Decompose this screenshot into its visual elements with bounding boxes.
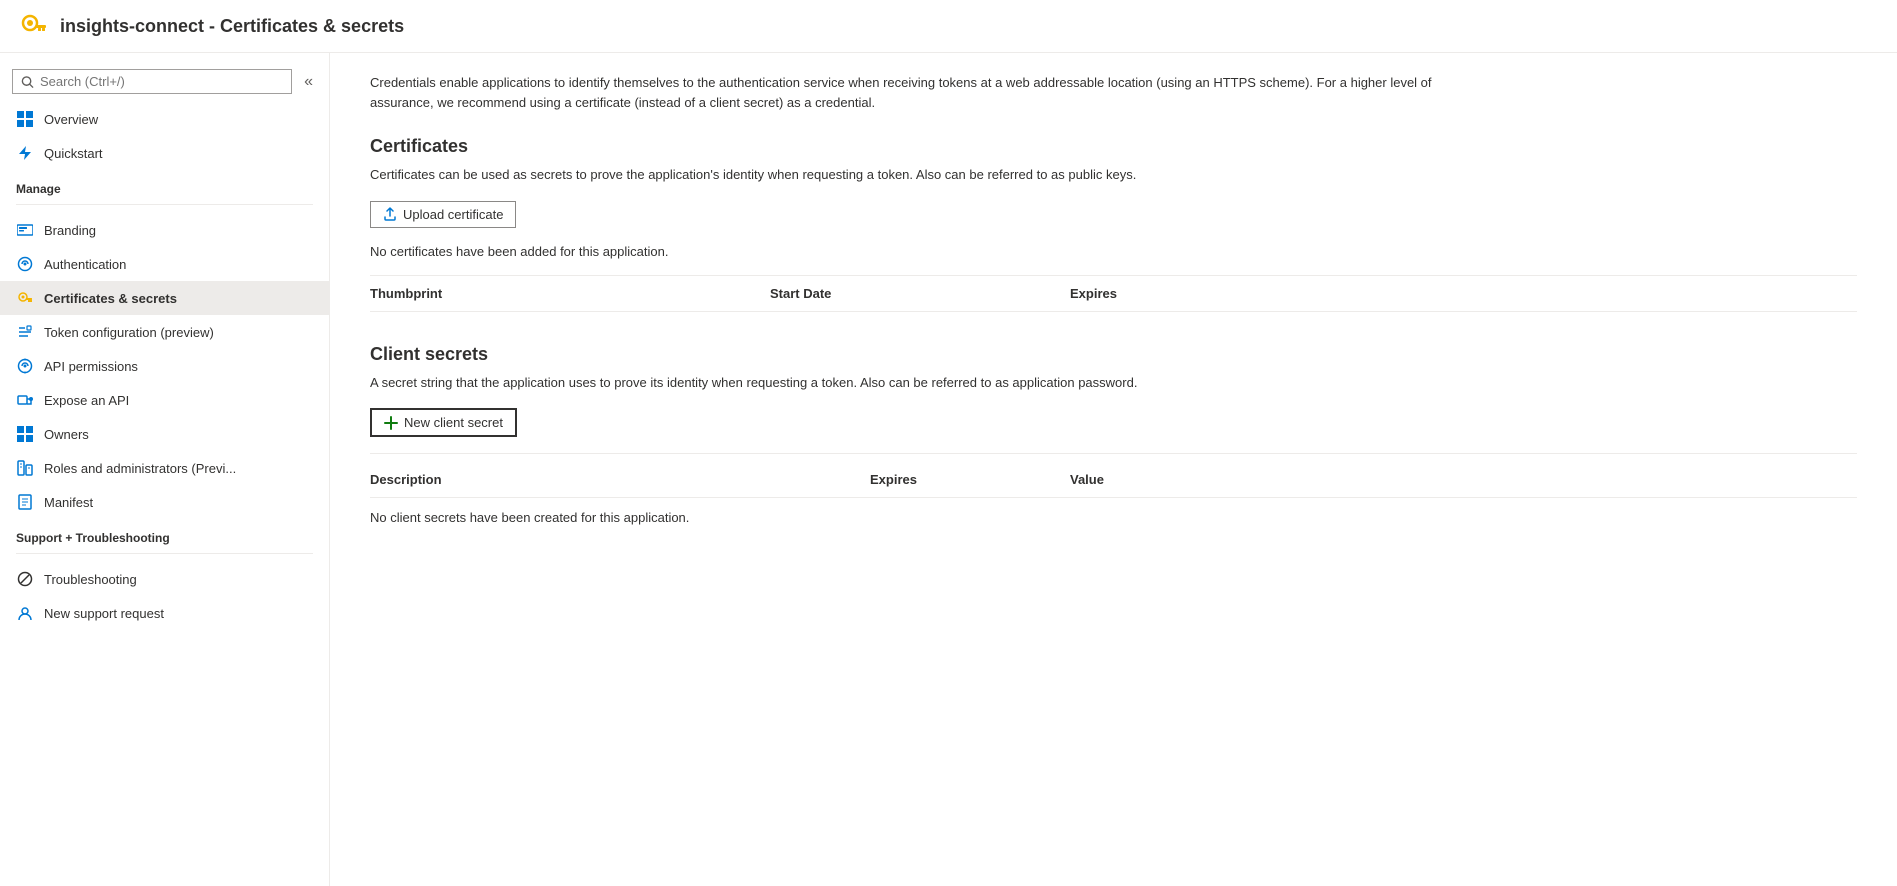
sidebar-item-troubleshooting[interactable]: Troubleshooting: [0, 562, 329, 596]
key-icon: [16, 289, 34, 307]
client-secrets-table-header: Description Expires Value: [370, 462, 1857, 498]
page-title: insights-connect - Certificates & secret…: [60, 16, 404, 37]
branding-icon: [16, 221, 34, 239]
expose-icon: [16, 391, 34, 409]
client-secrets-title: Client secrets: [370, 344, 1857, 365]
certificates-table-header: Thumbprint Start Date Expires: [370, 276, 1857, 312]
certificates-table: Thumbprint Start Date Expires: [370, 275, 1857, 312]
roles-icon: [16, 459, 34, 477]
col-startdate-header: Start Date: [770, 286, 1070, 301]
token-icon: [16, 323, 34, 341]
col-expires-header: Expires: [1070, 286, 1270, 301]
header-key-icon: [20, 12, 48, 40]
upload-certificate-button[interactable]: Upload certificate: [370, 201, 516, 228]
support-section-label: Support + Troubleshooting: [0, 519, 329, 549]
search-icon: [21, 75, 34, 89]
sidebar-item-quickstart[interactable]: Quickstart: [0, 136, 329, 170]
collapse-sidebar-button[interactable]: «: [300, 71, 317, 93]
certificates-title: Certificates: [370, 136, 1857, 157]
sidebar-item-owners[interactable]: Owners: [0, 417, 329, 451]
sidebar-item-token-config[interactable]: Token configuration (preview): [0, 315, 329, 349]
troubleshoot-icon: [16, 570, 34, 588]
certificates-section: Certificates Certificates can be used as…: [370, 136, 1857, 312]
client-secrets-section: Client secrets A secret string that the …: [370, 344, 1857, 526]
upload-icon: [383, 207, 397, 221]
sidebar-item-roles-admin[interactable]: Roles and administrators (Previ...: [0, 451, 329, 485]
sidebar-item-branding[interactable]: Branding: [0, 213, 329, 247]
client-secrets-empty-text: No client secrets have been created for …: [370, 510, 1857, 525]
lightning-icon: [16, 144, 34, 162]
col-value-header: Value: [1070, 472, 1270, 487]
certificates-empty-text: No certificates have been added for this…: [370, 244, 1857, 259]
search-container: «: [0, 61, 329, 102]
col-desc-header: Description: [370, 472, 870, 487]
sidebar-item-overview[interactable]: Overview: [0, 102, 329, 136]
certificates-description: Certificates can be used as secrets to p…: [370, 165, 1857, 185]
client-secrets-description: A secret string that the application use…: [370, 373, 1857, 393]
auth-icon: [16, 255, 34, 273]
plus-icon: [384, 416, 398, 430]
manage-divider: [16, 204, 313, 205]
manage-section-label: Manage: [0, 170, 329, 200]
api-icon: [16, 357, 34, 375]
intro-description: Credentials enable applications to ident…: [370, 73, 1470, 112]
owners-icon: [16, 425, 34, 443]
sidebar-item-certificates-secrets[interactable]: Certificates & secrets: [0, 281, 329, 315]
sidebar-item-manifest[interactable]: Manifest: [0, 485, 329, 519]
sidebar: « Overview Quickstart Manage: [0, 53, 330, 886]
manifest-icon: [16, 493, 34, 511]
client-secrets-table: Description Expires Value No client secr…: [370, 453, 1857, 525]
col-cs-expires-header: Expires: [870, 472, 1070, 487]
grid-icon: [16, 110, 34, 128]
support-divider: [16, 553, 313, 554]
search-box[interactable]: [12, 69, 292, 94]
sidebar-item-api-permissions[interactable]: API permissions: [0, 349, 329, 383]
sidebar-item-expose-api[interactable]: Expose an API: [0, 383, 329, 417]
support-icon: [16, 604, 34, 622]
search-input[interactable]: [40, 74, 283, 89]
sidebar-item-authentication[interactable]: Authentication: [0, 247, 329, 281]
col-thumbprint-header: Thumbprint: [370, 286, 770, 301]
page-header: insights-connect - Certificates & secret…: [0, 0, 1897, 53]
main-content: Credentials enable applications to ident…: [330, 53, 1897, 886]
sidebar-item-new-support-request[interactable]: New support request: [0, 596, 329, 630]
new-client-secret-button[interactable]: New client secret: [370, 408, 517, 437]
